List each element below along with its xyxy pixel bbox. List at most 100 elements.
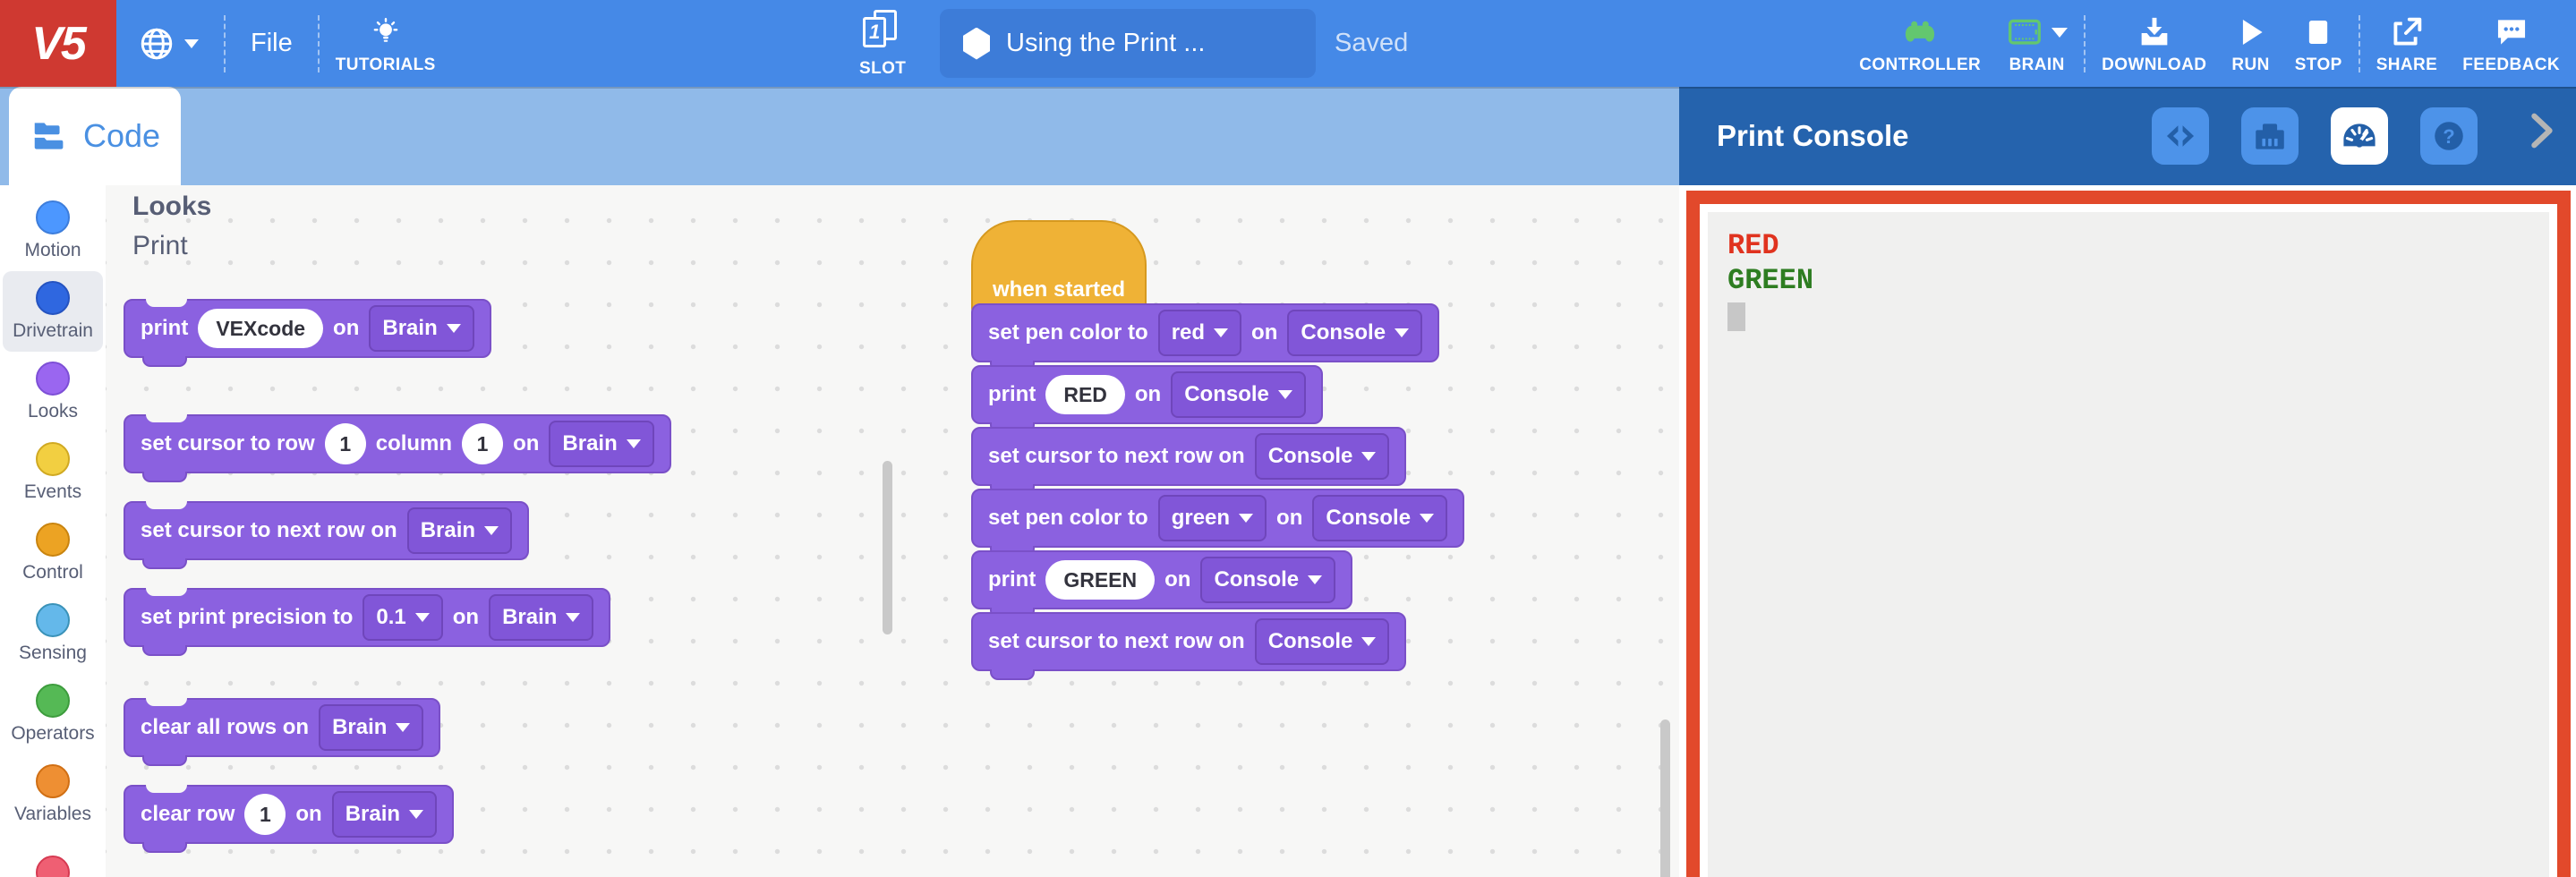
number-input[interactable]: 1	[244, 794, 286, 835]
workspace-header-band	[0, 87, 1679, 185]
script-block[interactable]: set pen color togreenonConsole	[971, 489, 1464, 548]
tutorials-button[interactable]: TUTORIALS	[323, 0, 448, 87]
sidebar-item-looks[interactable]: Looks	[3, 352, 103, 432]
caret-down-icon	[1361, 452, 1376, 461]
caret-down-icon	[566, 613, 580, 622]
dropdown-console[interactable]: Console	[1255, 618, 1390, 665]
block-category-sidebar: MotionDrivetrainLooksEventsControlSensin…	[0, 185, 106, 877]
brain-button[interactable]: BRAIN	[1993, 0, 2080, 87]
caret-down-icon	[484, 526, 499, 535]
palette-block[interactable]: set cursor to row1column1onBrain	[124, 414, 671, 473]
controller-button[interactable]: CONTROLLER	[1847, 0, 1993, 87]
category-color-dot	[36, 442, 70, 476]
run-icon	[2232, 13, 2270, 51]
tool-brain-button[interactable]	[2241, 107, 2299, 165]
menu-divider	[318, 15, 320, 72]
file-menu[interactable]: File	[229, 0, 314, 87]
code-tab[interactable]: Code	[9, 87, 181, 185]
vex-v5-logo: V5	[0, 0, 116, 87]
share-button[interactable]: SHARE	[2364, 0, 2451, 87]
category-color-dot	[36, 764, 70, 798]
palette-category-header: Looks	[132, 191, 211, 223]
project-title-button[interactable]: Using the Print ...	[940, 9, 1316, 78]
collapse-panel-chevron-icon[interactable]	[2521, 110, 2562, 162]
hat-block[interactable]: when started	[971, 220, 1147, 317]
tool-code-button[interactable]	[2152, 107, 2209, 165]
caret-down-icon	[396, 723, 410, 732]
workspace-scrollbar[interactable]	[1660, 719, 1670, 877]
console-line: GREEN	[1727, 263, 2549, 298]
dropdown-green[interactable]: green	[1158, 495, 1267, 541]
number-input[interactable]: 1	[325, 423, 366, 464]
sidebar-item-control[interactable]: Control	[3, 513, 103, 593]
sidebar-item-operators[interactable]: Operators	[3, 674, 103, 754]
dropdown-console[interactable]: Console	[1200, 557, 1335, 603]
category-color-dot	[36, 362, 70, 396]
dropdown-console[interactable]: Console	[1287, 310, 1422, 356]
dropdown-brain[interactable]: Brain	[549, 421, 653, 467]
brain-icon	[2250, 116, 2290, 156]
slot-button[interactable]: 1 SLOT	[847, 0, 918, 87]
brain-device-icon	[2006, 13, 2043, 51]
text-input[interactable]: GREEN	[1045, 560, 1155, 600]
caret-down-icon	[1308, 575, 1322, 584]
code-icon	[2161, 116, 2200, 156]
top-toolbar: V5 File TUTORIALS 1 SLOT Using the Print…	[0, 0, 2576, 87]
feedback-button[interactable]: FEEDBACK	[2450, 0, 2572, 87]
script-block[interactable]: set cursor to next row onConsole	[971, 427, 1406, 486]
script-block[interactable]: set pen color toredonConsole	[971, 303, 1439, 362]
stop-button[interactable]: STOP	[2282, 0, 2355, 87]
controller-icon	[1901, 13, 1939, 51]
script-block[interactable]: set cursor to next row onConsole	[971, 612, 1406, 671]
slot-icon: 1	[861, 10, 904, 56]
dropdown-brain[interactable]: Brain	[319, 704, 423, 751]
sidebar-item-variables[interactable]: Variables	[3, 754, 103, 835]
tool-console-button[interactable]	[2331, 107, 2388, 165]
dropdown-console[interactable]: Console	[1171, 371, 1306, 418]
save-status: Saved	[1335, 0, 1408, 87]
palette-block[interactable]: clear row1onBrain	[124, 785, 454, 844]
text-input[interactable]: VEXcode	[198, 309, 323, 348]
tool-help-button[interactable]: ?	[2420, 107, 2478, 165]
slot-number: 1	[869, 21, 880, 44]
sidebar-item-events[interactable]: Events	[3, 432, 103, 513]
dropdown-brain[interactable]: Brain	[489, 594, 593, 641]
caret-down-icon	[1278, 390, 1292, 399]
palette-block[interactable]: clear all rows onBrain	[124, 698, 440, 757]
dropdown-brain[interactable]: Brain	[407, 507, 512, 554]
caret-down-icon	[415, 613, 430, 622]
sidebar-item-motion[interactable]: Motion	[3, 191, 103, 271]
script-block[interactable]: printREDonConsole	[971, 365, 1323, 424]
share-icon	[2388, 13, 2426, 51]
download-button[interactable]: DOWNLOAD	[2089, 0, 2219, 87]
print-console-panel: REDGREEN	[1679, 185, 2576, 877]
palette-block[interactable]: set print precision to0.1onBrain	[124, 588, 610, 647]
caret-down-icon	[2051, 28, 2068, 38]
dropdown-0-1[interactable]: 0.1	[363, 594, 442, 641]
console-cursor	[1727, 302, 1745, 331]
console-line: RED	[1727, 228, 2549, 263]
number-input[interactable]: 1	[462, 423, 503, 464]
globe-icon	[138, 25, 175, 63]
dropdown-brain[interactable]: Brain	[332, 791, 437, 838]
dropdown-red[interactable]: red	[1158, 310, 1241, 356]
palette-scrollbar[interactable]	[883, 461, 892, 634]
run-button[interactable]: RUN	[2219, 0, 2282, 87]
dropdown-console[interactable]: Console	[1255, 433, 1390, 480]
palette-subcategory-header: Print	[132, 230, 188, 262]
sidebar-item-sensing[interactable]: Sensing	[3, 593, 103, 674]
menu-bar: File TUTORIALS	[116, 0, 448, 87]
toolbar-divider	[2358, 15, 2360, 72]
sidebar-item-my-blocks[interactable]	[3, 835, 103, 877]
dropdown-brain[interactable]: Brain	[369, 305, 473, 352]
script-block[interactable]: printGREENonConsole	[971, 550, 1352, 609]
dropdown-console[interactable]: Console	[1312, 495, 1447, 541]
category-color-dot	[36, 684, 70, 718]
blocks-canvas[interactable]: Looks Print printVEXcodeonBrain set curso…	[106, 185, 1679, 877]
language-menu[interactable]	[116, 0, 220, 87]
text-input[interactable]: RED	[1045, 375, 1125, 414]
sidebar-item-drivetrain[interactable]: Drivetrain	[3, 271, 103, 352]
palette-block[interactable]: set cursor to next row onBrain	[124, 501, 529, 560]
palette-block[interactable]: printVEXcodeonBrain	[124, 299, 491, 358]
print-console-output: REDGREEN	[1708, 212, 2549, 877]
